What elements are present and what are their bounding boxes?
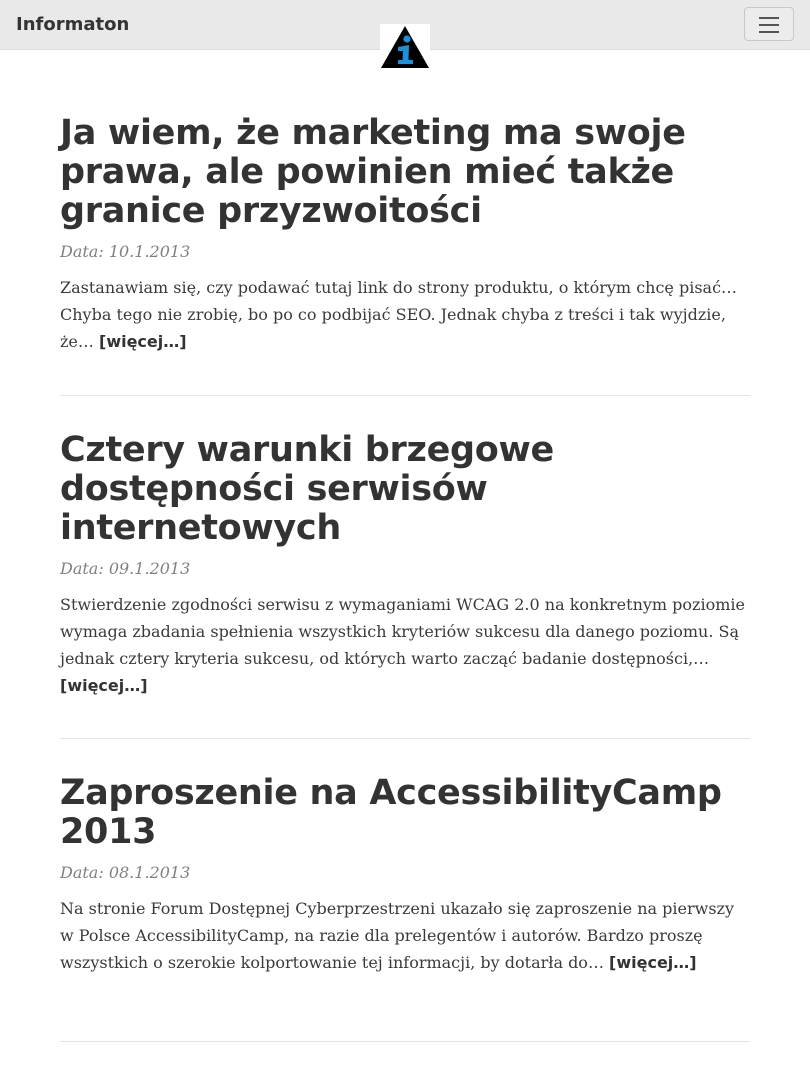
post-excerpt: Na stronie Forum Dostępnej Cyberprzestrz… bbox=[60, 895, 750, 976]
post-item: Ja wiem, że marketing ma swoje prawa, al… bbox=[60, 114, 750, 355]
navbar: Informaton bbox=[0, 0, 810, 70]
read-more-link[interactable]: [więcej…] bbox=[99, 332, 187, 351]
post-title: Cztery warunki brzegowe dostępności serw… bbox=[60, 431, 750, 548]
post-title-link[interactable]: Ja wiem, że marketing ma swoje prawa, al… bbox=[60, 113, 686, 231]
read-more-link[interactable]: [więcej…] bbox=[609, 953, 697, 972]
read-more-link[interactable]: [więcej…] bbox=[60, 676, 148, 695]
post-excerpt-text: Stwierdzenie zgodności serwisu z wymagan… bbox=[60, 595, 745, 668]
post-excerpt: Zastanawiam się, czy podawać tutaj link … bbox=[60, 274, 750, 355]
post-date: Data: 08.1.2013 bbox=[60, 863, 191, 882]
post-divider bbox=[60, 395, 750, 396]
post-excerpt: Stwierdzenie zgodności serwisu z wymagan… bbox=[60, 591, 750, 699]
post-date: Data: 10.1.2013 bbox=[60, 242, 191, 261]
post-item: Cztery warunki brzegowe dostępności serw… bbox=[60, 431, 750, 699]
post-title-link[interactable]: Cztery warunki brzegowe dostępności serw… bbox=[60, 430, 554, 548]
post-title: Zaproszenie na AccessibilityCamp 2013 bbox=[60, 774, 750, 852]
menu-toggle-button[interactable] bbox=[744, 7, 794, 41]
post-title-link[interactable]: Zaproszenie na AccessibilityCamp 2013 bbox=[60, 773, 722, 852]
post-date: Data: 09.1.2013 bbox=[60, 559, 191, 578]
brand-link[interactable]: Informaton bbox=[16, 13, 129, 37]
post-title: Ja wiem, że marketing ma swoje prawa, al… bbox=[60, 114, 750, 231]
info-logo-icon bbox=[381, 26, 429, 68]
post-item: Zaproszenie na AccessibilityCamp 2013 Da… bbox=[60, 774, 750, 976]
post-divider bbox=[60, 738, 750, 739]
post-divider bbox=[60, 1041, 750, 1042]
info-triangle-logo[interactable] bbox=[380, 24, 430, 70]
